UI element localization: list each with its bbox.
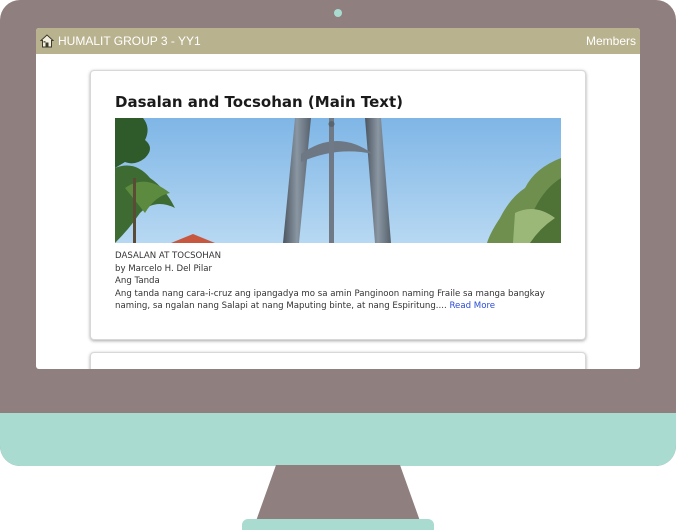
browser-screen: HUMALIT GROUP 3 - YY1 Members Dasalan an… — [36, 28, 640, 369]
monitor-chin — [0, 413, 676, 466]
post-image — [115, 118, 561, 243]
post-excerpt-block: DASALAN AT TOCSOHAN by Marcelo H. Del Pi… — [115, 250, 565, 313]
post-line-author: by Marcelo H. Del Pilar — [115, 263, 213, 274]
post-card: Dasalan and Tocsohan (Main Text) DASALAN… — [90, 70, 586, 340]
read-more-link[interactable]: Read More — [449, 301, 495, 311]
monitor-stand — [256, 465, 420, 521]
monitor-camera — [334, 9, 342, 17]
members-link[interactable]: Members — [586, 34, 636, 48]
home-icon — [39, 34, 55, 48]
navbar-brand[interactable]: HUMALIT GROUP 3 - YY1 — [39, 34, 201, 48]
desktop-monitor-mockup: HUMALIT GROUP 3 - YY1 Members Dasalan an… — [0, 0, 676, 530]
post-line-section: Ang Tanda — [115, 276, 160, 287]
brand-title: HUMALIT GROUP 3 - YY1 — [58, 34, 201, 48]
post-line-title: DASALAN AT TOCSOHAN — [115, 251, 222, 261]
monitor-body: HUMALIT GROUP 3 - YY1 Members Dasalan an… — [0, 0, 676, 466]
top-navbar: HUMALIT GROUP 3 - YY1 Members — [36, 28, 640, 54]
page-content: Dasalan and Tocsohan (Main Text) DASALAN… — [36, 54, 640, 369]
post-title[interactable]: Dasalan and Tocsohan (Main Text) — [115, 93, 403, 111]
next-post-card — [90, 352, 586, 369]
monitor-stand-base — [242, 519, 434, 530]
post-excerpt: Ang tanda nang cara-i-cruz ang ipangadya… — [115, 288, 565, 313]
